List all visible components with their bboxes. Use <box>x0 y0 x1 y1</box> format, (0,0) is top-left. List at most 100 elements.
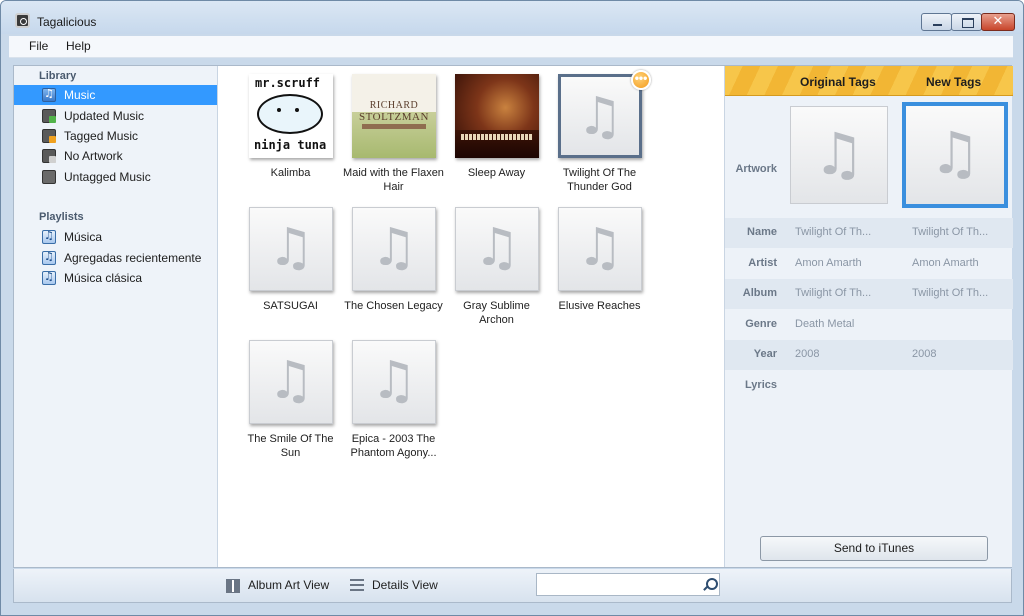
album-cover: ♫ <box>455 207 539 291</box>
details-view-label: Details View <box>372 578 438 592</box>
music-note-icon: ♫ <box>576 87 624 147</box>
album-title: Sleep Away <box>467 167 526 179</box>
album-cover: RICHARD STOLTZMAN <box>352 74 436 158</box>
tag-panel: Original Tags New Tags Artwork ♫ ♫ Name … <box>724 66 1013 567</box>
album-art-view-label: Album Art View <box>248 578 330 592</box>
album-title: The Chosen Legacy <box>344 300 443 312</box>
send-to-itunes-button[interactable]: Send to iTunes <box>760 536 988 561</box>
sidebar-item-updated-music[interactable]: Updated Music <box>14 106 217 126</box>
album-title: Gray Sublime Archon <box>463 300 530 326</box>
library-heading: Library <box>39 70 77 82</box>
sidebar-item-label: Updated Music <box>64 109 145 123</box>
music-note-icon: ♫ <box>370 351 418 411</box>
sidebar-item-no-artwork[interactable]: No Artwork <box>14 146 217 166</box>
album-title: The Smile Of The Sun <box>247 433 334 459</box>
search-icon[interactable] <box>701 577 718 593</box>
original-artwork: ♫ <box>790 106 888 204</box>
cover-text: STOLTZMAN <box>359 111 429 123</box>
music-note-icon: ♫ <box>267 351 315 411</box>
minimize-button[interactable] <box>921 13 952 31</box>
playlist-icon <box>42 229 56 244</box>
no-artwork-icon <box>42 149 56 163</box>
tag-panel-header: Original Tags New Tags <box>725 66 1013 96</box>
music-note-icon: ♫ <box>576 218 624 278</box>
sidebar-item-label: Music <box>64 88 96 102</box>
window-title: Tagalicious <box>37 15 97 29</box>
sidebar-item-label: No Artwork <box>64 149 123 163</box>
sidebar-item-playlist-clasica[interactable]: Música clásica <box>14 268 217 288</box>
album-title: Elusive Reaches <box>558 300 641 312</box>
album-cover: ♫ <box>558 207 642 291</box>
album-cover: ♫ <box>249 207 333 291</box>
tag-key: Album <box>742 287 777 299</box>
close-button[interactable]: ✕ <box>981 13 1015 31</box>
tag-row-lyrics: Lyrics <box>725 371 1013 401</box>
music-note-icon: ♫ <box>813 120 865 188</box>
maximize-button[interactable] <box>951 13 982 31</box>
tag-original-value: Death Metal <box>795 318 855 330</box>
cover-illustration <box>295 108 299 112</box>
grid-view-icon <box>226 579 240 593</box>
sidebar-item-label: Tagged Music <box>64 129 139 143</box>
tag-row-year: Year 2008 2008 <box>725 340 1013 370</box>
list-view-icon <box>350 579 364 593</box>
album-title: Epica - 2003 The Phantom Agony... <box>350 433 437 459</box>
sidebar-item-playlist-musica[interactable]: Música <box>14 227 217 247</box>
tag-key: Lyrics <box>744 379 777 391</box>
menu-file[interactable]: File <box>29 39 48 53</box>
album-title: Twilight Of The Thunder God <box>562 167 637 193</box>
music-note-icon: ♫ <box>473 218 521 278</box>
sidebar-item-label: Agregadas recientemente <box>64 251 202 265</box>
album-cover: ♫ <box>352 207 436 291</box>
album-title: Maid with the Flaxen Hair <box>343 167 444 193</box>
album-cover: ♫ <box>352 340 436 424</box>
search-box <box>536 573 720 596</box>
cover-text: mr.scruff <box>255 76 321 90</box>
search-input[interactable] <box>540 576 692 593</box>
tag-original-value: Amon Amarth <box>795 257 862 269</box>
tag-new-value[interactable]: Twilight Of Th... <box>912 287 1012 299</box>
tagged-music-icon <box>42 129 56 143</box>
tag-row-artist: Artist Amon Amarth Amon Amarth <box>725 249 1013 279</box>
cover-illustration <box>277 108 281 112</box>
album-cover: mr.scruff ninja tuna <box>249 74 333 158</box>
sidebar-item-music[interactable]: Music <box>14 85 217 105</box>
window-controls: ✕ <box>921 13 1015 31</box>
tag-new-value[interactable]: 2008 <box>912 348 1012 360</box>
album-title: Kalimba <box>270 167 311 179</box>
album-title: SATSUGAI <box>263 300 318 312</box>
tag-original-value: 2008 <box>795 348 820 360</box>
album-cover: ♫ <box>249 340 333 424</box>
app-icon <box>15 13 30 28</box>
tag-original-value: Twilight Of Th... <box>795 226 872 238</box>
sidebar-item-playlist-recent[interactable]: Agregadas recientemente <box>14 248 217 268</box>
status-bar: Album Art View Details View <box>13 569 1012 603</box>
tag-new-value[interactable]: Amon Amarth <box>912 257 1012 269</box>
app-window: Tagalicious ✕ File Help Library Music Up… <box>0 0 1024 616</box>
title-bar: Tagalicious ✕ <box>1 1 1023 34</box>
menu-bar: File Help <box>9 36 1013 58</box>
sidebar-item-untagged-music[interactable]: Untagged Music <box>14 167 217 187</box>
tag-key: Name <box>747 226 777 238</box>
album-grid: mr.scruff ninja tuna Kalimba RICHARD STO… <box>219 66 723 567</box>
tag-new-value[interactable]: Twilight Of Th... <box>912 226 1012 238</box>
cover-illustration <box>257 94 323 134</box>
sidebar: Library Music Updated Music Tagged Music… <box>14 66 218 567</box>
cover-illustration <box>461 134 533 140</box>
sidebar-item-tagged-music[interactable]: Tagged Music <box>14 126 217 146</box>
menu-help[interactable]: Help <box>66 39 91 53</box>
main-area: Library Music Updated Music Tagged Music… <box>13 65 1013 568</box>
artwork-label: Artwork <box>735 163 777 175</box>
updated-music-icon <box>42 109 56 123</box>
cover-text: ninja tuna <box>254 138 327 152</box>
sidebar-item-label: Música clásica <box>64 271 143 285</box>
sidebar-item-label: Untagged Music <box>64 170 151 184</box>
more-options-badge[interactable]: ••• <box>631 70 651 90</box>
new-tags-header: New Tags <box>926 75 982 89</box>
cover-illustration <box>362 124 426 129</box>
original-tags-header: Original Tags <box>800 75 876 89</box>
album-cover <box>455 74 539 158</box>
new-artwork[interactable]: ♫ <box>902 102 1008 208</box>
tag-row-name: Name Twilight Of Th... Twilight Of Th... <box>725 218 1013 248</box>
untagged-music-icon <box>42 170 56 184</box>
